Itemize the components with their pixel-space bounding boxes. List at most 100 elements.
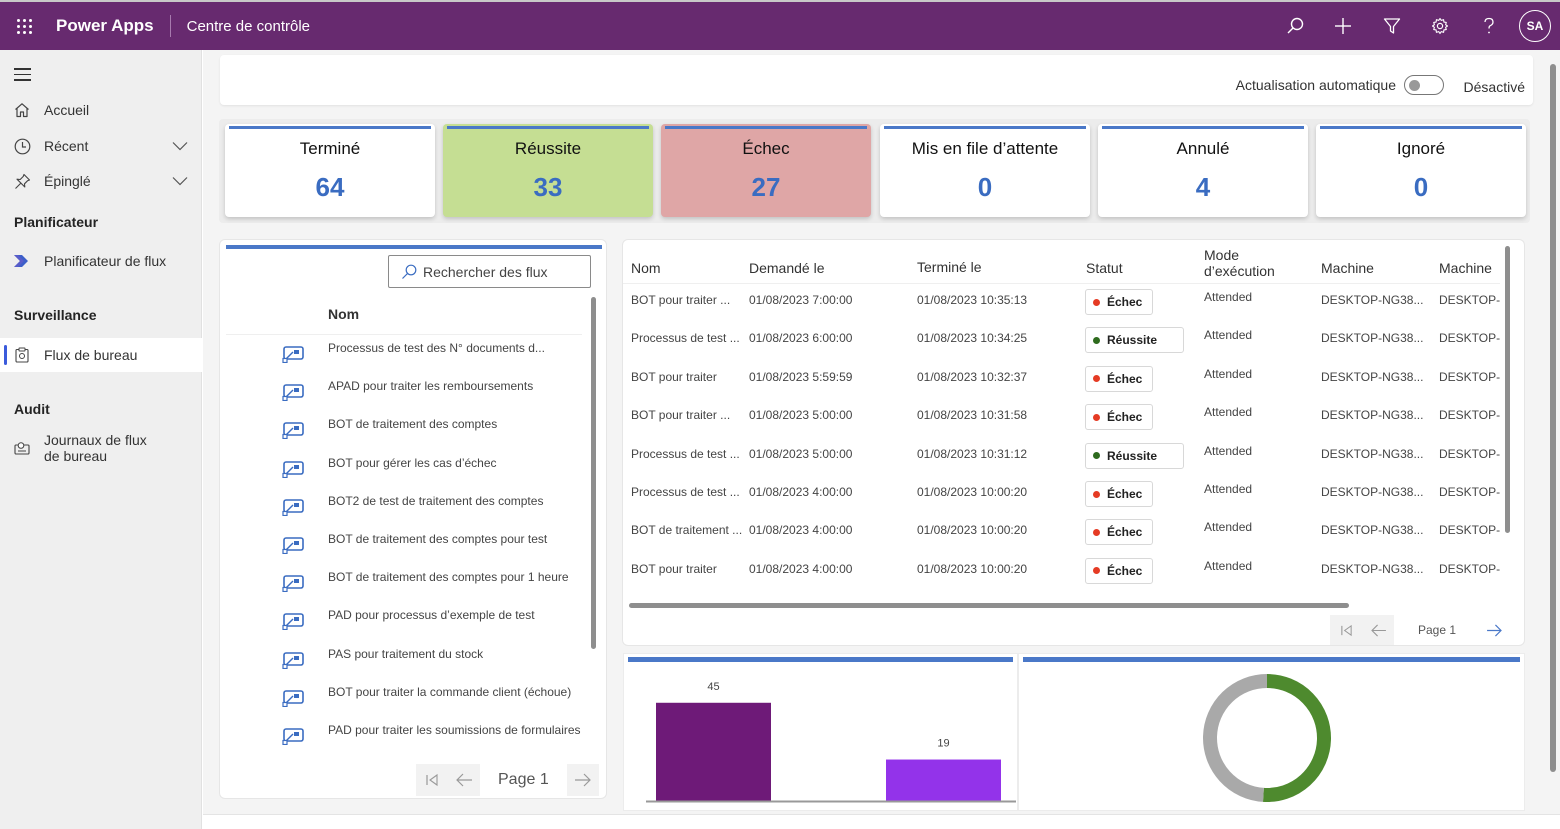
app-name[interactable]: Power Apps xyxy=(56,16,154,36)
stat-card-file-attente[interactable]: Mis en file d’attente 0 xyxy=(880,124,1090,217)
donut-slice[interactable] xyxy=(1203,674,1268,802)
header-line-1: Mode xyxy=(1204,247,1240,263)
status-dot-icon xyxy=(1093,298,1100,306)
bar[interactable] xyxy=(656,702,771,801)
flow-list-item[interactable]: PAD pour traiter les soumissions de form… xyxy=(220,722,590,760)
run-row[interactable]: Processus de test ... 01/08/2023 4:00:00 0… xyxy=(623,481,1503,519)
runs-vertical-scrollbar[interactable] xyxy=(1505,246,1510,533)
status-badge[interactable]: Échec xyxy=(1085,557,1154,584)
desktop-flow-icon xyxy=(282,498,304,516)
sidebar-item-accueil[interactable]: Accueil xyxy=(0,93,202,127)
stat-card-reussite[interactable]: Réussite 33 xyxy=(443,124,653,217)
status-badge[interactable]: Échec xyxy=(1085,404,1154,431)
hamburger-menu-button[interactable] xyxy=(14,68,31,85)
run-completed: 01/08/2023 10:34:25 xyxy=(917,331,1028,346)
status-dot-icon xyxy=(1093,336,1100,344)
next-page-button[interactable] xyxy=(1482,615,1506,645)
add-button[interactable] xyxy=(1319,2,1368,50)
flow-list-item[interactable]: BOT2 de test de traitement des comptes xyxy=(220,493,590,531)
run-machine: DESKTOP-NG38... xyxy=(1321,485,1424,499)
run-row[interactable]: Processus de test ... 01/08/2023 6:00:00 0… xyxy=(623,327,1503,365)
status-badge[interactable]: Échec xyxy=(1085,365,1154,392)
column-header-termine-le[interactable]: Terminé le xyxy=(917,259,982,275)
label-line-1: Journaux de flux xyxy=(44,432,147,448)
donut-chart xyxy=(1203,674,1331,802)
flow-name: PAD pour traiter les soumissions de form… xyxy=(328,723,581,737)
sidebar-item-label: Récent xyxy=(44,138,89,154)
stat-title: Réussite xyxy=(514,139,582,158)
run-mode: Attended xyxy=(1204,482,1253,496)
stat-card-termine[interactable]: Terminé 64 xyxy=(225,124,435,217)
run-row[interactable]: BOT pour traiter ... 01/08/2023 5:00:00 01… xyxy=(623,404,1503,442)
desktop-flow-icon xyxy=(282,728,304,746)
help-button[interactable] xyxy=(1465,2,1514,50)
next-page-button[interactable] xyxy=(566,764,599,796)
desktop-flow-icon xyxy=(282,651,304,669)
first-page-button[interactable] xyxy=(1330,615,1362,645)
run-mode: Attended xyxy=(1204,405,1253,420)
flows-list-scrollbar[interactable] xyxy=(591,297,596,649)
runs-table-panel: Nom Demandé le Terminé le Statut Mode d’e… xyxy=(622,239,1525,646)
previous-page-button[interactable] xyxy=(1362,615,1394,645)
status-text: Échec xyxy=(1107,371,1143,386)
sidebar-section-audit: Audit xyxy=(14,401,50,417)
run-row[interactable]: BOT de traitement ... 01/08/2023 4:00:00 0… xyxy=(623,519,1503,557)
run-mode: Attended xyxy=(1204,520,1253,535)
run-name: BOT pour traiter ... xyxy=(631,293,731,307)
flow-list-item[interactable]: Processus de test des N° documents d... xyxy=(220,340,590,378)
flow-list-item[interactable]: APAD pour traiter les remboursements xyxy=(220,378,590,416)
sidebar-item-epingle[interactable]: Épinglé xyxy=(0,164,202,198)
run-row[interactable]: BOT pour traiter 01/08/2023 4:00:00 01/08/… xyxy=(623,557,1503,596)
flow-list-item[interactable]: PAS pour traitement du stock xyxy=(220,646,590,684)
bar[interactable] xyxy=(886,759,1001,801)
donut-slice[interactable] xyxy=(1262,674,1331,802)
auto-refresh-toggle[interactable] xyxy=(1404,75,1444,95)
app-launcher-button[interactable] xyxy=(0,2,48,50)
stat-card-ignore[interactable]: Ignoré 0 xyxy=(1316,124,1526,217)
status-badge[interactable]: Réussite xyxy=(1085,442,1185,469)
sidebar-item-planificateur-de-flux[interactable]: Planificateur de flux xyxy=(0,244,202,278)
column-header-nom[interactable]: Nom xyxy=(631,260,661,276)
sidebar-item-flux-de-bureau[interactable]: Flux de bureau xyxy=(0,338,202,372)
user-avatar[interactable]: SA xyxy=(1519,10,1551,42)
status-badge[interactable]: Réussite xyxy=(1085,327,1185,354)
stat-title: Échec xyxy=(742,139,790,158)
flow-list-item[interactable]: BOT de traitement des comptes pour 1 heu… xyxy=(220,569,590,607)
run-row[interactable]: BOT pour traiter 01/08/2023 5:59:59 01/08/… xyxy=(623,365,1503,404)
search-button[interactable] xyxy=(1271,2,1320,50)
sidebar-item-journaux-de-flux-de-bureau[interactable]: Journaux de flux de bureau xyxy=(0,428,202,468)
stat-card-echec[interactable]: Échec 27 xyxy=(661,124,871,217)
settings-button[interactable] xyxy=(1416,2,1465,50)
stat-card-annule[interactable]: Annulé 4 xyxy=(1098,124,1308,217)
status-badge[interactable]: Échec xyxy=(1085,519,1154,546)
page-scrollbar[interactable] xyxy=(1550,64,1556,772)
column-header-machine-2[interactable]: Machine xyxy=(1439,260,1492,276)
status-badge[interactable]: Échec xyxy=(1085,481,1154,507)
flow-search-input[interactable]: Rechercher des flux xyxy=(388,255,591,288)
flow-list-item[interactable]: BOT de traitement des comptes pour test xyxy=(220,531,590,569)
flow-list-item[interactable]: BOT pour traiter la commande client (éch… xyxy=(220,684,590,722)
run-requested: 01/08/2023 6:00:00 xyxy=(749,331,853,346)
run-row[interactable]: BOT pour traiter ... 01/08/2023 7:00:00 01… xyxy=(623,289,1503,327)
column-header-mode-execution[interactable]: Mode d’exécution xyxy=(1204,247,1275,279)
sidebar-item-recent[interactable]: Récent xyxy=(0,129,202,163)
flow-list-item[interactable]: PAD pour processus d’exemple de test xyxy=(220,607,590,645)
header-line-2: d’exécution xyxy=(1204,263,1275,279)
flow-list-item[interactable]: BOT pour gérer les cas d’échec xyxy=(220,455,590,493)
run-name: Processus de test ... xyxy=(631,331,740,346)
stat-value: 27 xyxy=(751,172,781,202)
status-dot-icon xyxy=(1093,567,1100,575)
column-header-machine[interactable]: Machine xyxy=(1321,260,1374,276)
column-header-nom[interactable]: Nom xyxy=(328,306,359,322)
filter-button[interactable] xyxy=(1368,2,1417,50)
column-header-statut[interactable]: Statut xyxy=(1086,260,1123,276)
column-header-demande-le[interactable]: Demandé le xyxy=(749,260,825,276)
previous-page-button[interactable] xyxy=(448,764,480,796)
status-badge[interactable]: Échec xyxy=(1085,289,1154,315)
run-row[interactable]: Processus de test ... 01/08/2023 5:00:00 0… xyxy=(623,442,1503,481)
flows-pagination: Page 1 xyxy=(416,764,599,796)
runs-horizontal-scrollbar[interactable] xyxy=(629,603,1349,608)
run-machine-2: DESKTOP- xyxy=(1439,523,1501,538)
first-page-button[interactable] xyxy=(416,764,448,796)
flow-list-item[interactable]: BOT de traitement des comptes xyxy=(220,416,590,454)
